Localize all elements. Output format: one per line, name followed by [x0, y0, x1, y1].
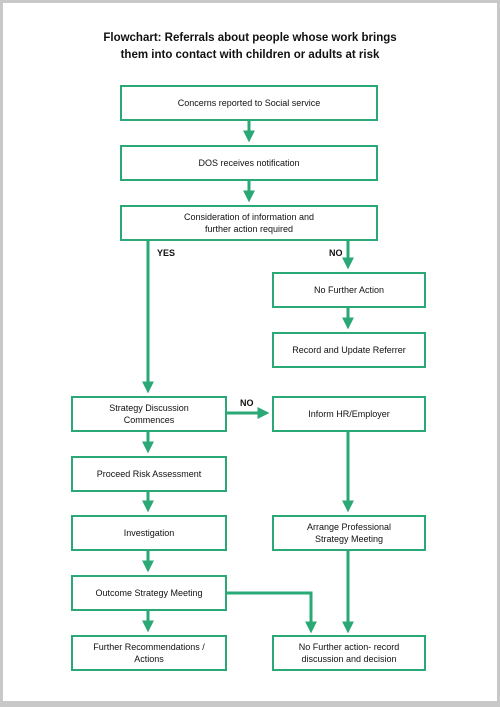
node-further-recommendations: Further Recommendations / Actions: [71, 635, 227, 671]
title-line-2: them into contact with children or adult…: [120, 49, 380, 61]
node-dos-receives-notification: DOS receives notification: [120, 145, 378, 181]
node-text: discussion and decision: [301, 654, 397, 664]
node-text: Inform HR/Employer: [308, 409, 390, 419]
node-text: Consideration of information and: [183, 212, 315, 222]
node-strategy-discussion: Strategy Discussion Commences: [71, 396, 227, 432]
node-text: further action required: [204, 224, 294, 234]
node-no-further-action: No Further Action: [272, 272, 426, 308]
edge-label-no-consideration: NO: [329, 248, 343, 258]
node-text: No Further Action: [313, 285, 385, 295]
node-text: Strategy Meeting: [314, 534, 384, 544]
node-text: Further Recommendations /: [93, 642, 205, 652]
node-text: Concerns reported to Social service: [177, 98, 321, 108]
node-arrange-professional-meeting: Arrange Professional Strategy Meeting: [272, 515, 426, 551]
node-text: Arrange Professional: [306, 522, 392, 532]
node-proceed-risk-assessment: Proceed Risk Assessment: [71, 456, 227, 492]
node-inform-hr: Inform HR/Employer: [272, 396, 426, 432]
edge-label-yes: YES: [157, 248, 176, 258]
node-consideration: Consideration of information and further…: [120, 205, 378, 241]
node-record-update-referrer: Record and Update Referrer: [272, 332, 426, 368]
node-text: Outcome Strategy Meeting: [95, 588, 203, 598]
node-text: DOS receives notification: [198, 158, 300, 168]
node-text: Commences: [123, 415, 175, 425]
node-text: Actions: [134, 654, 164, 664]
edge-label-no-strategy: NO: [240, 398, 254, 408]
node-text: Investigation: [123, 528, 175, 538]
node-no-further-action-record: No Further action- record discussion and…: [272, 635, 426, 671]
node-text: No Further action- record: [298, 642, 400, 652]
title-line-1: Flowchart: Referrals about people whose …: [103, 32, 397, 44]
node-investigation: Investigation: [71, 515, 227, 551]
node-outcome-strategy-meeting: Outcome Strategy Meeting: [71, 575, 227, 611]
node-text: Proceed Risk Assessment: [96, 469, 202, 479]
flowchart-title: Flowchart: Referrals about people whose …: [0, 30, 500, 64]
node-text: Record and Update Referrer: [292, 345, 406, 355]
node-concerns-reported: Concerns reported to Social service: [120, 85, 378, 121]
node-text: Strategy Discussion: [109, 403, 189, 413]
